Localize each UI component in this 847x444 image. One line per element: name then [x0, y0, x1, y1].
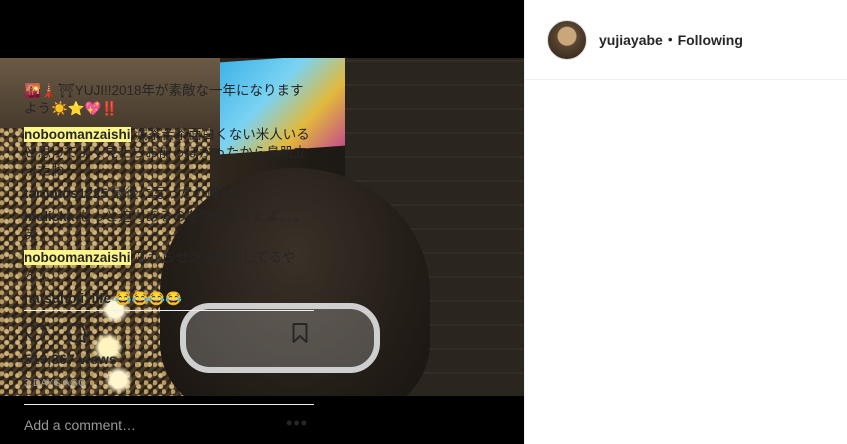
comment-item: noboomanzaishi 滅茶苦茶面白くない米人いると思ってよく見たらお前っ… — [24, 126, 314, 180]
more-options-icon[interactable]: ••• — [286, 413, 308, 434]
bookmark-icon[interactable] — [288, 321, 312, 345]
view-count[interactable]: 519,367 views — [24, 351, 117, 367]
add-comment-bar: Add a comment… ••• — [24, 404, 314, 444]
comment-username[interactable]: noboomanzaishi — [24, 250, 131, 265]
action-bar — [24, 310, 314, 350]
caption-text: 🌇🗼⛩YUJI!!2018年が素敵な一年になりますよう☀️⭐💖‼️ — [24, 83, 304, 116]
comment-username[interactable]: molicka — [24, 209, 74, 224]
username-link[interactable]: yujiayabe — [599, 32, 663, 48]
post-timestamp[interactable]: 3 DAYS AGO — [24, 378, 86, 389]
comments-list: 🌇🗼⛩YUJI!!2018年が素敵な一年になりますよう☀️⭐💖‼️ noboom… — [24, 82, 314, 313]
comment-username[interactable]: natsuholi_life — [24, 291, 111, 306]
comment-text: 😂😂😂😂 — [114, 291, 183, 306]
comment-item: molicka もっと迫力あるのを想像してたよ。。。笑 — [24, 208, 314, 244]
heart-icon[interactable] — [24, 321, 48, 345]
comment-bubble-icon[interactable] — [64, 321, 88, 345]
add-comment-input[interactable]: Add a comment… — [24, 417, 136, 433]
comment-username[interactable]: noboomanzaishi — [24, 127, 131, 142]
comment-item: natsuholi_life 😂😂😂😂 — [24, 290, 314, 308]
comment-text: 最後に写ったの俺か？ — [111, 186, 247, 201]
post-caption: 🌇🗼⛩YUJI!!2018年が素敵な一年になりますよう☀️⭐💖‼️ — [24, 82, 314, 118]
following-button[interactable]: Following — [678, 32, 743, 48]
post-header: yujiayabe • Following — [525, 0, 847, 80]
comment-item: tarontos1225 最後に写ったの俺か？ — [24, 185, 314, 203]
comment-username[interactable]: tarontos1225 — [24, 186, 108, 201]
comment-item: noboomanzaishi 芯からセンス無くしてるやん！ — [24, 249, 314, 285]
post-side-panel: yujiayabe • Following — [524, 0, 847, 444]
header-separator: • — [667, 32, 673, 47]
avatar[interactable] — [547, 19, 587, 60]
